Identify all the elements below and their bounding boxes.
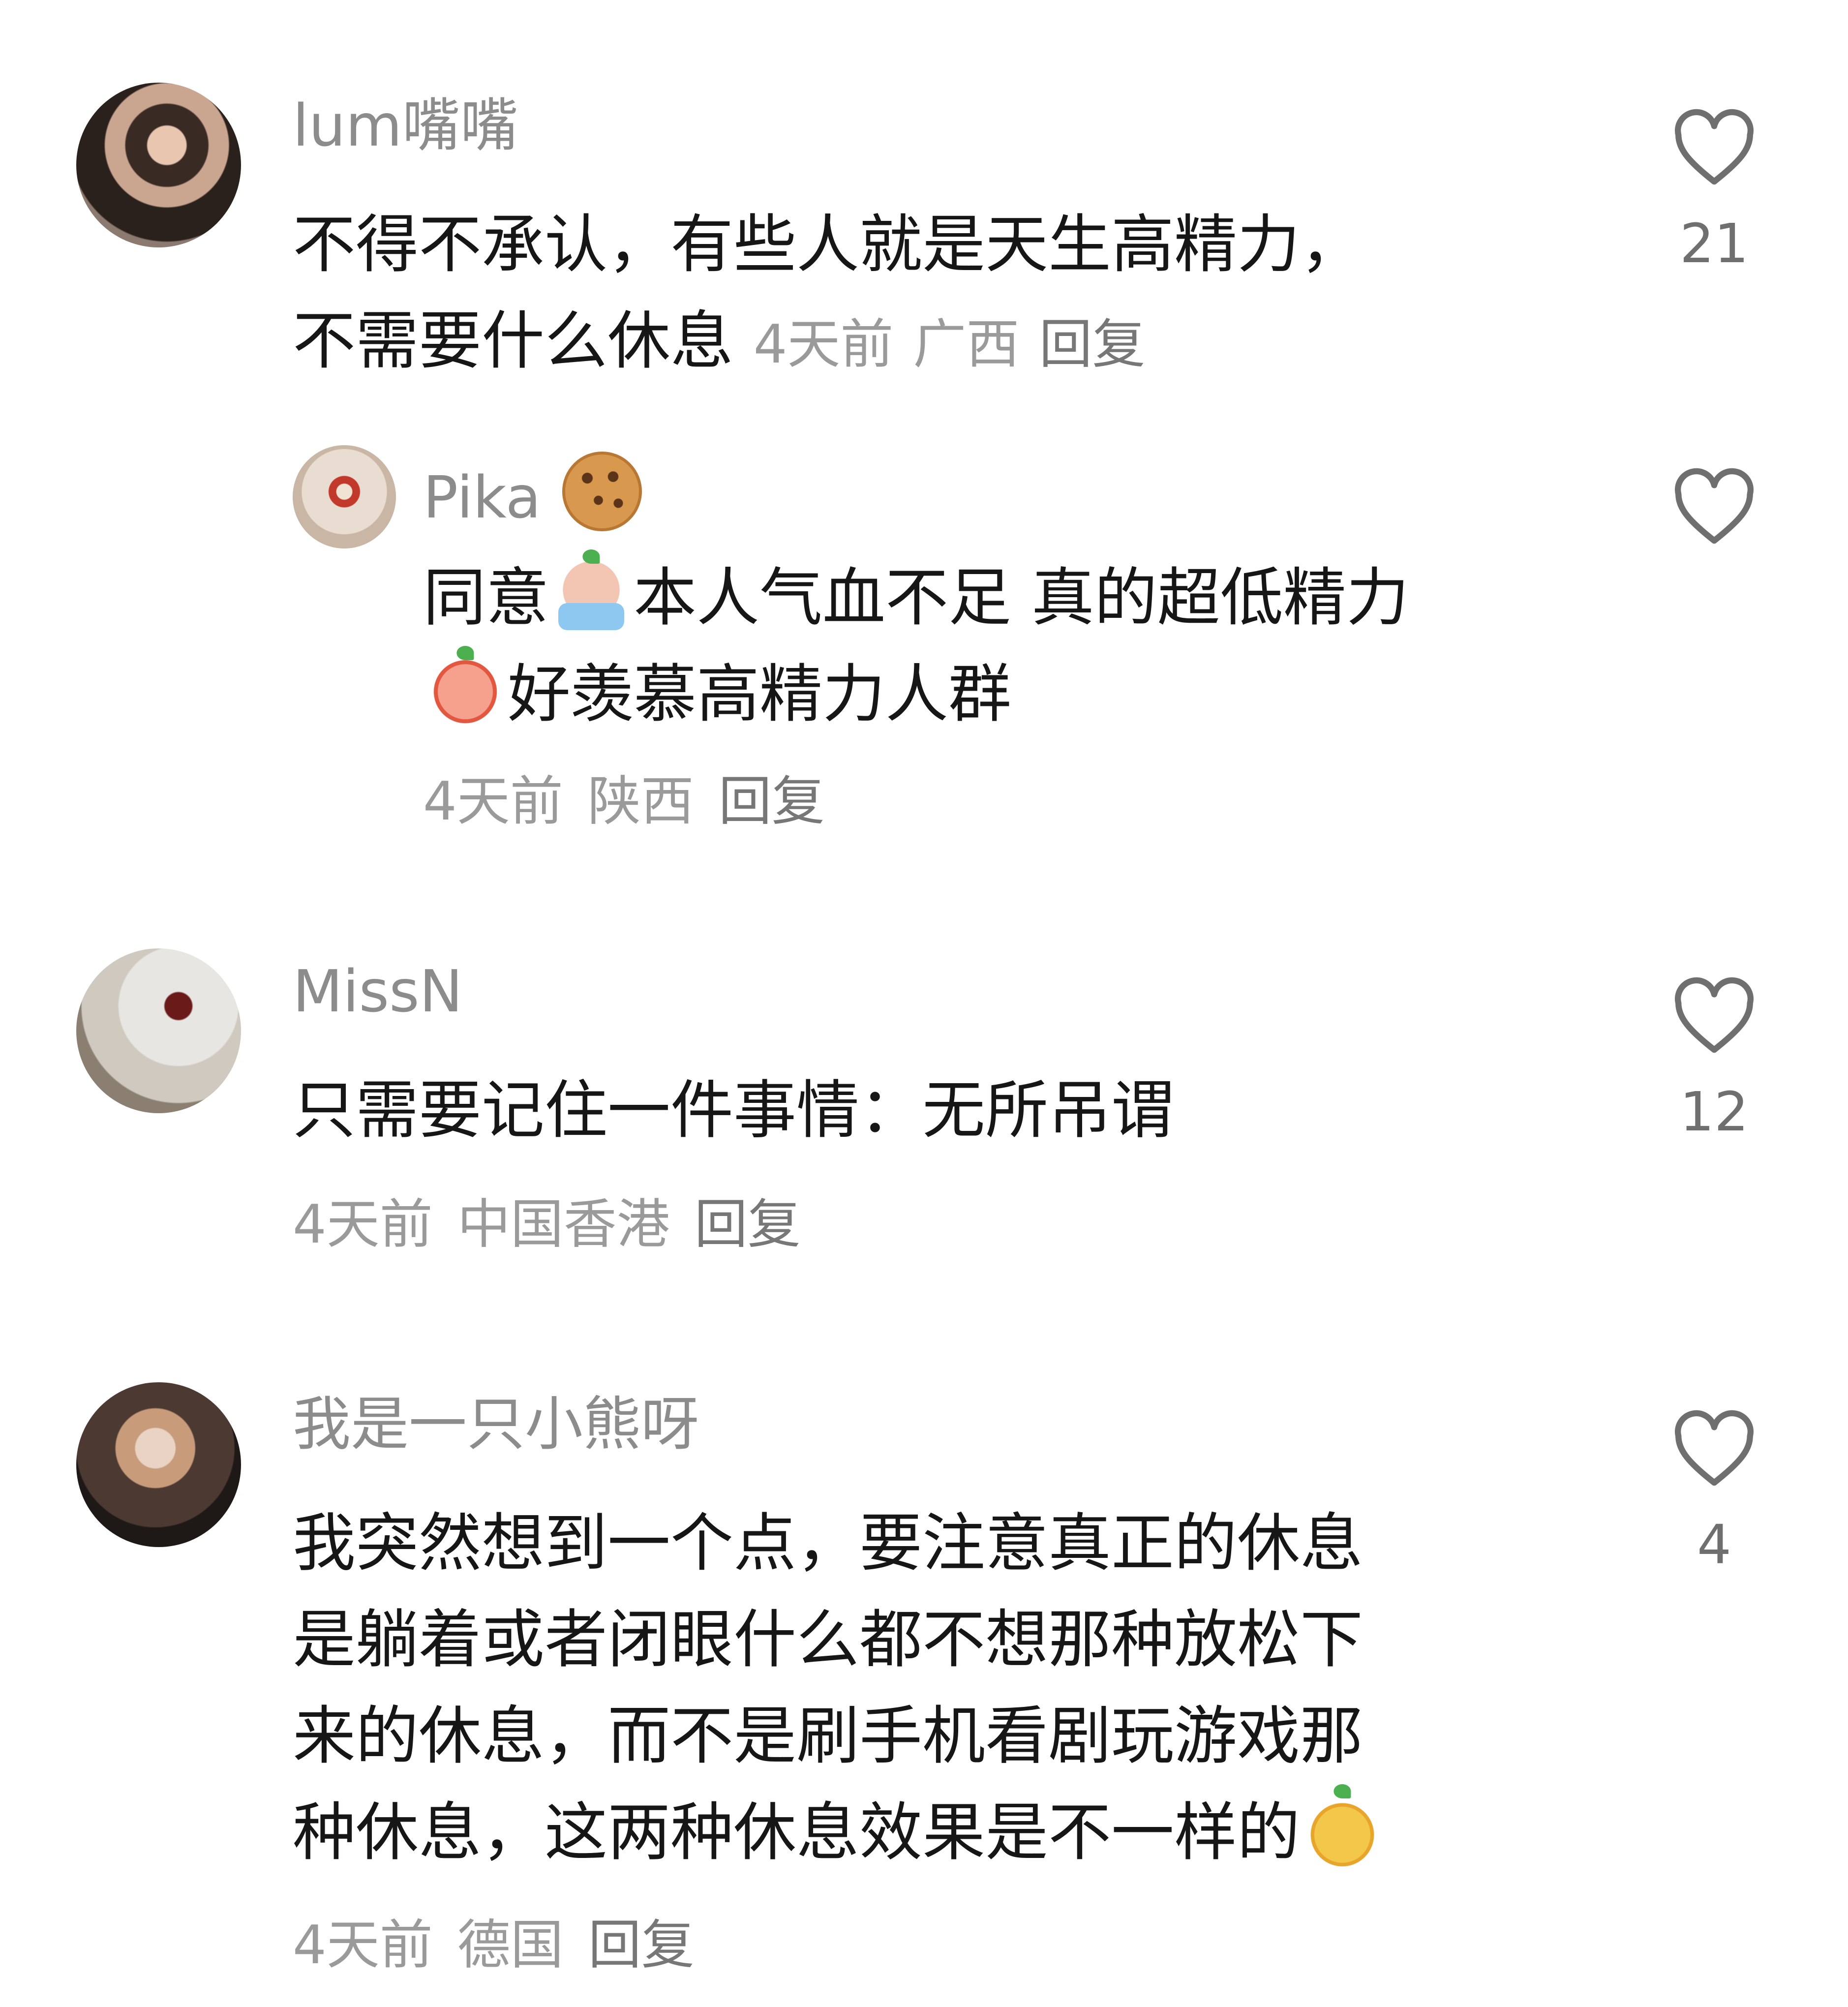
comment-meta: 4天前 德国 回复 [293,1909,695,1982]
reply-button[interactable]: 回复 [695,1194,801,1255]
heart-icon [1674,1410,1754,1486]
comment-location: 中国香港 [457,1194,670,1255]
comment-time: 4天前 [753,314,894,375]
reply-button[interactable]: 回复 [588,1915,695,1976]
comment-meta: 4天前 中国香港 回复 [293,1188,801,1262]
cookie-emoji-icon [562,452,642,531]
avatar[interactable] [76,1382,241,1547]
comment-meta: 4天前 广西 回复 [754,314,1146,375]
reply-meta: 4天前 陕西 回复 [423,765,825,839]
heart-icon [1674,109,1754,185]
reply-text: 好羡慕高精力人群 [508,658,1012,731]
comment-text-line: 种休息，这两种休息效果是不一样的 [293,1785,1385,1881]
reply-username-text: Pika [423,463,541,531]
like-count: 12 [1680,1080,1749,1143]
comment-time: 4天前 [293,1194,433,1255]
comment-text: 不需要什么休息 [293,304,734,378]
heart-icon [1674,468,1754,544]
comment-time: 4天前 [293,1915,433,1976]
reply-text: 同意 [423,561,549,635]
pear-emoji-icon [1303,1789,1382,1868]
sob-emoji-icon [426,651,505,730]
reply-username[interactable]: Pika [423,452,645,534]
comment-text-line: 不得不承认，有些人就是天生高精力， [293,208,1363,281]
like-count: 4 [1697,1513,1731,1576]
comment-location: 广西 [913,314,1020,375]
comment-text-line: 我突然想到一个点，要注意真正的休息 [293,1507,1363,1580]
reply-button[interactable]: 回复 [719,771,825,832]
comment-text-line: 来的休息，而不是刷手机看剧玩游戏那 [293,1700,1363,1773]
heart-icon [1674,977,1754,1053]
comment-username[interactable]: 我是一只小熊呀 [293,1387,699,1461]
reply-location: 陕西 [587,771,694,832]
avatar[interactable] [76,83,241,247]
like-button[interactable]: 21 [1665,108,1763,280]
reply-time: 4天前 [423,771,563,832]
like-button[interactable]: 12 [1665,976,1763,1149]
comment-text: 种休息，这两种休息效果是不一样的 [293,1796,1301,1869]
comment-text-line: 是躺着或者闭眼什么都不想那种放松下 [293,1603,1363,1676]
comment-text-line: 不需要什么休息 4天前 广西 回复 [293,293,1145,393]
cry-emoji-icon [552,554,631,633]
avatar[interactable] [293,445,396,548]
reply-button[interactable]: 回复 [1039,314,1145,375]
comment-username[interactable]: lum嘴嘴 [293,89,518,162]
comment-location: 德国 [457,1915,564,1976]
avatar[interactable] [76,948,241,1113]
reply-text-line: 好羡慕高精力人群 [423,646,1011,743]
comment-username[interactable]: MissN [293,954,463,1028]
reply-text-line: 同意 本人气血不足 真的超低精力 [423,550,1409,646]
comment-text-line: 只需要记住一件事情：无所吊谓 [293,1074,1175,1147]
like-button[interactable]: 4 [1665,1409,1763,1581]
like-count: 21 [1680,212,1749,275]
reply-text: 本人气血不足 真的超低精力 [634,561,1409,635]
like-button[interactable] [1665,467,1763,546]
